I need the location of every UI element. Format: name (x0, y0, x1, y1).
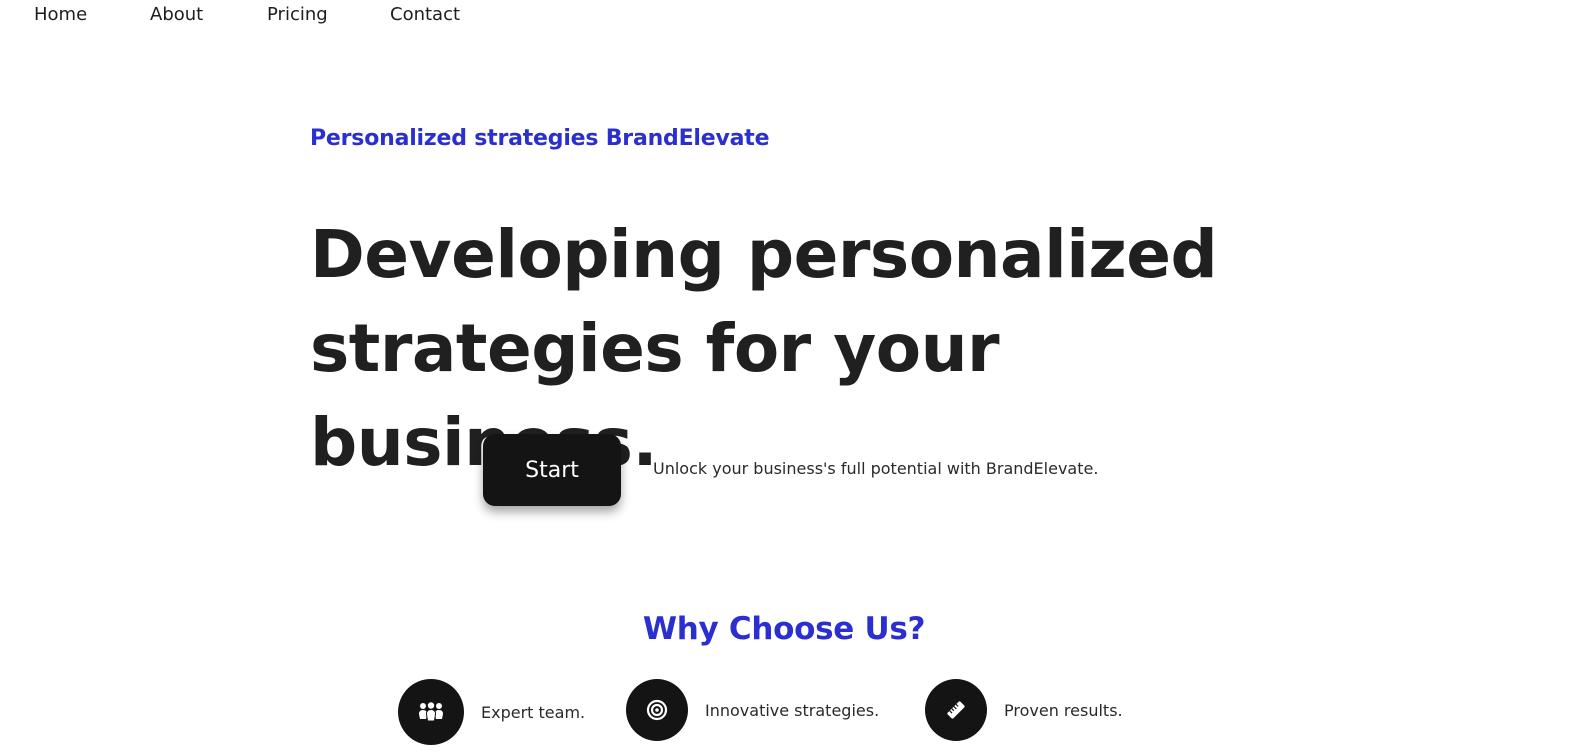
hero-headline-line1: Developing personalized (310, 216, 1218, 293)
hero-headline: Developing personalized strategies for y… (310, 208, 1310, 490)
feature-innovative-strategies: Innovative strategies. (626, 679, 879, 741)
start-button[interactable]: Start (483, 434, 621, 506)
ruler-icon (925, 679, 987, 741)
nav-link-home[interactable]: Home (34, 4, 87, 25)
nav-link-about[interactable]: About (150, 4, 203, 25)
team-icon (398, 679, 464, 745)
feature-proven-results: Proven results. (925, 679, 1123, 741)
hero-headline-line2: strategies for your business. (310, 310, 1000, 481)
hero-tagline: Unlock your business's full potential wi… (653, 459, 1099, 478)
nav-link-pricing[interactable]: Pricing (267, 4, 328, 25)
nav-link-contact[interactable]: Contact (390, 4, 460, 25)
target-icon (626, 679, 688, 741)
why-choose-us-title: Why Choose Us? (642, 611, 926, 647)
feature-label: Proven results. (1004, 700, 1123, 720)
hero-eyebrow: Personalized strategies BrandElevate (310, 126, 770, 151)
feature-expert-team: Expert team. (398, 679, 585, 745)
feature-label: Innovative strategies. (705, 700, 880, 720)
feature-label: Expert team. (481, 702, 586, 722)
